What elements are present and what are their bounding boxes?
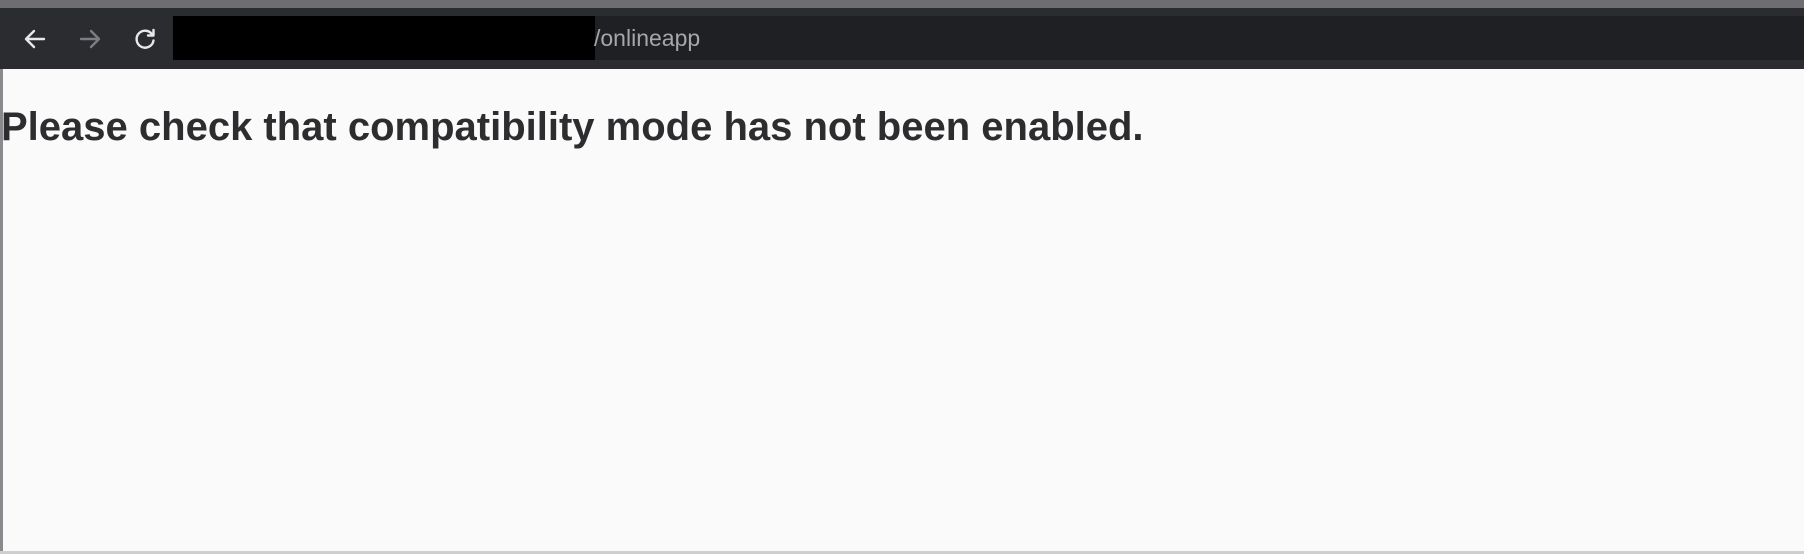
arrow-left-icon: [22, 26, 48, 52]
compatibility-mode-message: Please check that compatibility mode has…: [1, 105, 1144, 149]
url-path-text: /onlineapp: [594, 25, 701, 51]
browser-toolbar: /onlineapp: [0, 8, 1804, 69]
url-redaction: [173, 16, 595, 60]
forward-button[interactable]: [73, 22, 107, 56]
reload-icon: [132, 26, 158, 52]
back-button[interactable]: [18, 22, 52, 56]
page-content: Please check that compatibility mode has…: [0, 69, 1804, 551]
window-top-border: [0, 0, 1804, 8]
reload-button[interactable]: [128, 22, 162, 56]
address-bar[interactable]: /onlineapp: [173, 16, 1804, 60]
window-left-border: [0, 69, 3, 554]
arrow-right-icon: [77, 26, 103, 52]
browser-window: /onlineapp Please check that compatibili…: [0, 0, 1804, 554]
